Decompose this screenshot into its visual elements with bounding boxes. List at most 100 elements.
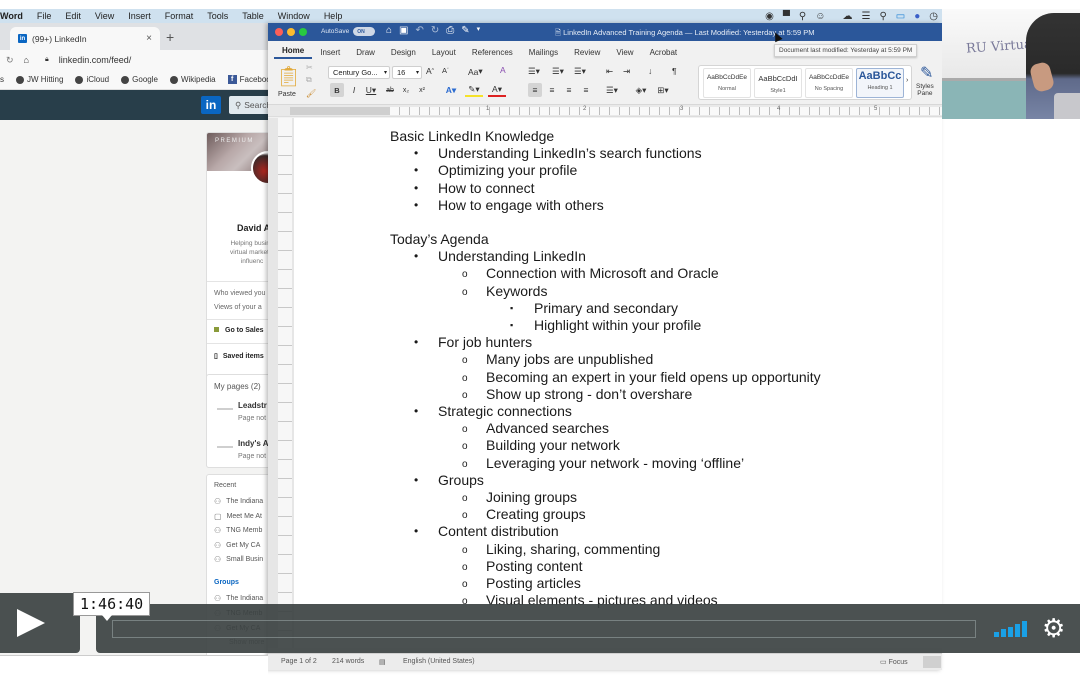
font-name-select[interactable]: Century Go... ▾ (328, 66, 390, 79)
tab-review[interactable]: Review (566, 48, 608, 61)
minimize-window-button[interactable] (287, 28, 295, 36)
settings-gear-icon[interactable]: ⚙ (1042, 615, 1065, 641)
align-center-button[interactable]: ≡ (545, 83, 559, 97)
paste-button[interactable]: Paste (278, 91, 296, 98)
print-layout-view-button[interactable] (923, 656, 941, 668)
creative-cloud-icon[interactable]: ◉ (765, 11, 774, 22)
recent-item[interactable]: ⚇ The Indiana (214, 497, 263, 506)
bookmark-icloud[interactable]: iCloud (75, 75, 109, 84)
menu-edit[interactable]: Edit (58, 11, 88, 21)
focus-button[interactable]: ▭ Focus (880, 658, 908, 666)
who-viewed-link[interactable]: Who viewed you (214, 290, 265, 297)
horizontal-ruler[interactable]: 1 2 3 4 5 (268, 105, 942, 117)
undo-icon[interactable]: ↶ (416, 25, 424, 36)
linkedin-search-input[interactable]: ⚲Search (229, 96, 268, 114)
style-style1[interactable]: AaBbCcDdI Style1 (754, 68, 802, 98)
reload-icon[interactable]: ↻ (6, 55, 14, 66)
recent-item[interactable]: ▢ Meet Me At (214, 512, 262, 521)
linkedin-logo[interactable]: in (201, 96, 221, 114)
new-tab-button[interactable]: + (166, 29, 174, 45)
bullets-button[interactable]: ☰▾ (528, 66, 540, 77)
style-heading-1[interactable]: AaBbCc Heading 1 (856, 68, 904, 98)
time-machine-icon[interactable]: ◷ (929, 11, 938, 22)
redo-icon[interactable]: ↻ (431, 25, 439, 36)
sort-button[interactable]: ↓ (648, 66, 652, 76)
recent-item[interactable]: ⚇ TNG Memb (214, 526, 262, 535)
page-count[interactable]: Page 1 of 2 (281, 658, 317, 665)
highlight-button[interactable]: ✎▾ (465, 83, 483, 97)
tab-layout[interactable]: Layout (424, 48, 464, 61)
save-icon[interactable]: ▣ (399, 25, 408, 36)
tab-mailings[interactable]: Mailings (521, 48, 566, 61)
italic-button[interactable]: I (348, 83, 360, 97)
bookmark-facebook[interactable]: fFacebook (227, 75, 268, 84)
document-page[interactable]: Basic LinkedIn Knowledge • Understanding … (294, 118, 942, 648)
underline-button[interactable]: U▾ (362, 83, 380, 97)
format-painter-icon[interactable]: 🖌︎ (306, 89, 316, 98)
superscript-button[interactable]: x² (416, 83, 428, 97)
grow-font-button[interactable]: A ^ (426, 66, 434, 76)
display-icon[interactable]: ▀ (783, 11, 790, 22)
styles-more-arrow[interactable]: › (906, 77, 908, 84)
borders-button[interactable]: ⊞▾ (654, 83, 672, 97)
cut-icon[interactable]: ✂ (306, 63, 313, 72)
tab-design[interactable]: Design (383, 48, 424, 61)
views-link[interactable]: Views of your a (214, 304, 262, 311)
zoom-window-button[interactable] (299, 28, 307, 36)
line-spacing-button[interactable]: ☰▾ (602, 83, 622, 97)
text-effects-button[interactable]: A▾ (442, 83, 460, 97)
menu-insert[interactable]: Insert (121, 11, 158, 21)
font-color-button[interactable]: A▾ (488, 83, 506, 97)
airplay-icon[interactable]: ▭ (896, 11, 905, 22)
bookmark-jw-hitting[interactable]: JW Hitting (16, 75, 63, 84)
font-size-select[interactable]: 16 ▾ (392, 66, 422, 79)
tab-insert[interactable]: Insert (312, 48, 348, 61)
autosave-toggle[interactable]: AutoSave ON (321, 27, 376, 36)
change-case-button[interactable]: Aa ▾ (468, 66, 483, 77)
saved-items-link[interactable]: ▯ Saved items (214, 352, 264, 360)
tab-acrobat[interactable]: Acrobat (642, 48, 686, 61)
tab-view[interactable]: View (608, 48, 641, 61)
recent-item[interactable]: ⚇ Small Busin (214, 555, 263, 564)
subscript-button[interactable]: x₂ (400, 83, 412, 97)
user-icon[interactable]: ☺ (815, 11, 825, 22)
proofing-icon[interactable]: ▤ (379, 658, 386, 666)
tab-home[interactable]: Home (274, 46, 313, 59)
clear-formatting-button[interactable]: A (500, 65, 506, 75)
tab-draw[interactable]: Draw (348, 48, 383, 61)
browser-tab-linkedin[interactable]: in (99+) LinkedIn × (10, 27, 160, 50)
menu-view[interactable]: View (88, 11, 121, 21)
sales-navigator-link[interactable]: Go to Sales (214, 327, 264, 334)
bold-button[interactable]: B (330, 83, 344, 97)
home-icon[interactable]: ⌂ (386, 25, 392, 36)
show-formatting-button[interactable]: ¶ (672, 66, 677, 76)
home-icon[interactable]: ⌂ (24, 55, 29, 65)
justify-button[interactable]: ≡ (579, 83, 593, 97)
language[interactable]: English (United States) (403, 658, 475, 665)
edit-icon[interactable]: ✎ (461, 25, 469, 36)
align-right-button[interactable]: ≡ (562, 83, 576, 97)
progress-scrubber[interactable] (112, 620, 976, 638)
tab-references[interactable]: References (464, 48, 521, 61)
profile-name[interactable]: David A (237, 223, 270, 233)
align-left-button[interactable]: ≡ (528, 83, 542, 97)
menu-file[interactable]: File (30, 11, 59, 21)
menu-window[interactable]: Window (271, 11, 317, 21)
multilevel-list-button[interactable]: ☰▾ (574, 66, 586, 77)
page-name[interactable]: Indy's A (238, 439, 269, 448)
numbering-button[interactable]: ☰▾ (552, 66, 564, 77)
style-normal[interactable]: AaBbCcDdEe Normal (703, 68, 751, 98)
page-name[interactable]: Leadstr (238, 401, 267, 410)
stack-icon[interactable]: ☰ (861, 11, 870, 22)
menu-table[interactable]: Table (235, 11, 271, 21)
groups-title[interactable]: Groups (214, 579, 239, 586)
bookmark-wikipedia[interactable]: Wikipedia (169, 75, 216, 84)
style-no-spacing[interactable]: AaBbCcDdEe No Spacing (805, 68, 853, 98)
siri-icon[interactable]: ● (914, 11, 920, 22)
search-icon[interactable]: ⚲ (799, 11, 806, 22)
bookmark-google[interactable]: Google (121, 75, 158, 84)
word-count[interactable]: 214 words (332, 658, 364, 665)
play-button[interactable] (0, 593, 80, 653)
copy-icon[interactable]: ⧉ (306, 75, 312, 85)
close-tab-icon[interactable]: × (146, 33, 152, 44)
